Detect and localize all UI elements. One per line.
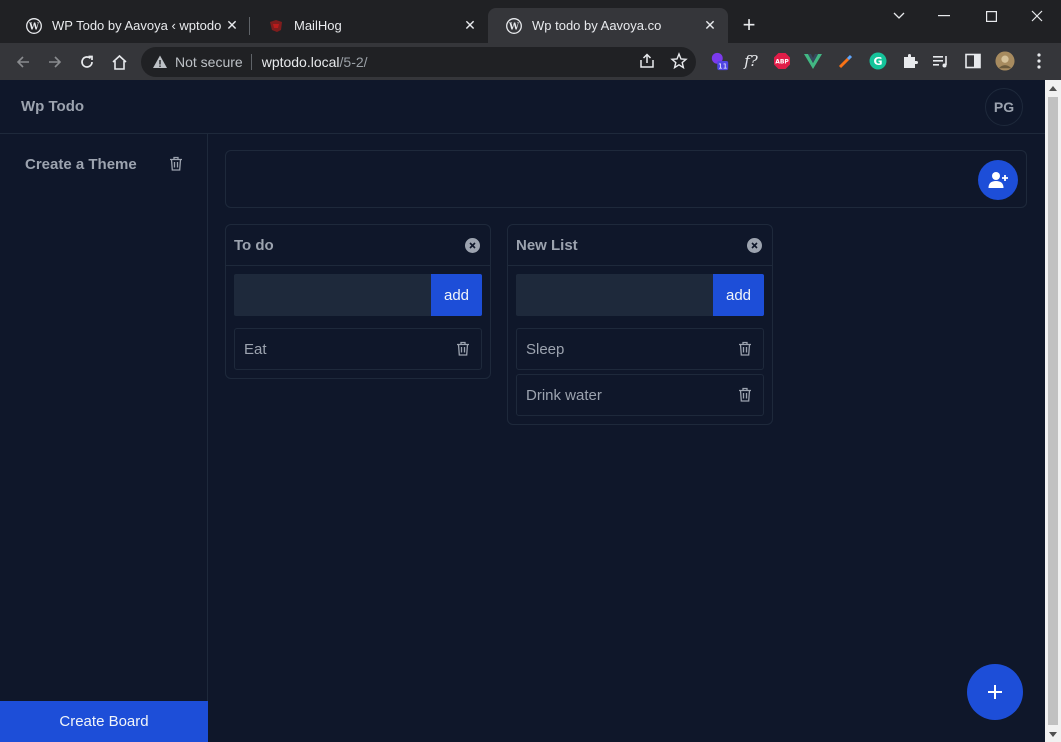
mailhog-icon (268, 18, 284, 34)
svg-text:W: W (28, 22, 40, 32)
svg-text:11: 11 (718, 61, 727, 70)
trash-icon[interactable] (738, 387, 754, 403)
reload-icon[interactable] (75, 50, 99, 74)
url-path: /5-2/ (339, 54, 368, 70)
svg-text:W: W (508, 22, 520, 32)
todo-list: To do add Eat (225, 224, 491, 379)
new-task-input[interactable] (516, 274, 713, 316)
list-title[interactable]: New List (516, 237, 578, 254)
svg-text:G: G (873, 55, 882, 68)
task-text: Eat (244, 340, 267, 358)
task-item[interactable]: Drink water (516, 374, 764, 416)
scroll-down-arrow-icon[interactable] (1045, 726, 1061, 742)
trash-icon[interactable] (456, 341, 472, 357)
add-list-button[interactable] (967, 664, 1023, 720)
grammarly-icon[interactable]: G (868, 51, 888, 71)
maximize-icon[interactable] (980, 6, 1002, 26)
wordpress-icon: W (506, 17, 522, 34)
plus-icon (988, 685, 1002, 699)
app-viewport: Wp Todo PG Create a Theme Create Board T… (0, 80, 1045, 742)
task-item[interactable]: Sleep (516, 328, 764, 370)
create-board-button[interactable]: Create Board (0, 701, 208, 742)
browser-toolbar: Not secure wptodo.local/5-2/ 11 f? ABP G (0, 43, 1061, 80)
warning-icon[interactable] (152, 54, 168, 70)
home-icon[interactable] (107, 50, 131, 74)
bookmark-star-icon[interactable] (670, 52, 688, 75)
font-finder-icon[interactable]: f? (741, 51, 761, 71)
close-circle-icon[interactable] (747, 237, 762, 253)
app-header: Wp Todo PG (0, 80, 1045, 134)
new-tab-button[interactable]: + (738, 14, 760, 37)
forward-arrow-icon[interactable] (43, 50, 67, 74)
close-circle-icon[interactable] (465, 237, 480, 253)
tab-title: MailHog (294, 18, 342, 33)
task-text: Sleep (526, 340, 565, 358)
add-task-button[interactable]: add (713, 274, 764, 316)
browser-tab[interactable]: W WP Todo by Aavoya ‹ wptodo — ✕ (8, 8, 250, 43)
wordpress-icon: W (26, 17, 42, 34)
add-member-button[interactable] (978, 160, 1018, 200)
vue-devtools-icon[interactable] (803, 51, 823, 71)
task-item[interactable]: Eat (234, 328, 482, 370)
side-panel-icon[interactable] (963, 51, 983, 71)
minimize-icon[interactable] (933, 6, 955, 26)
close-window-icon[interactable] (1026, 6, 1048, 26)
media-control-icon[interactable] (931, 51, 951, 71)
url-host: wptodo.local (261, 54, 340, 70)
tab-title: WP Todo by Aavoya ‹ wptodo — (52, 18, 224, 33)
share-icon[interactable] (638, 52, 656, 75)
tab-search-icon[interactable] (888, 6, 910, 26)
brand-title[interactable]: Wp Todo (21, 98, 84, 115)
scrollbar-thumb[interactable] (1048, 97, 1058, 725)
trash-icon[interactable] (169, 156, 185, 172)
page-scrollbar[interactable] (1045, 80, 1061, 742)
kebab-menu-icon[interactable] (1029, 51, 1049, 71)
close-tab-icon[interactable]: ✕ (224, 17, 240, 34)
add-task-button[interactable]: add (431, 274, 482, 316)
board-area: To do add Eat New List add Sleep Drink w… (209, 134, 1045, 742)
board-name[interactable]: Create a Theme (25, 156, 137, 173)
puzzle-icon[interactable] (900, 51, 920, 71)
url-text: wptodo.local/5-2/ (262, 54, 368, 70)
sidebar: Create a Theme Create Board (0, 134, 208, 742)
security-label: Not secure (175, 54, 243, 70)
color-picker-icon[interactable] (836, 51, 856, 71)
members-bar (225, 150, 1027, 208)
svg-text:ABP: ABP (775, 59, 789, 66)
new-task-input[interactable] (234, 274, 431, 316)
trash-icon[interactable] (738, 341, 754, 357)
scroll-up-arrow-icon[interactable] (1045, 80, 1061, 96)
task-text: Drink water (526, 386, 602, 404)
browser-tab[interactable]: MailHog ✕ (250, 8, 488, 43)
user-avatar[interactable]: PG (985, 88, 1023, 126)
address-bar[interactable]: Not secure wptodo.local/5-2/ (141, 47, 696, 77)
browser-tab-strip: W WP Todo by Aavoya ‹ wptodo — ✕ MailHog… (0, 0, 1061, 43)
list-title[interactable]: To do (234, 237, 274, 254)
extension-badge-icon[interactable]: 11 (710, 51, 730, 71)
add-task-row: add (234, 274, 482, 316)
adblock-icon[interactable]: ABP (772, 51, 792, 71)
list-header: New List (508, 225, 772, 266)
add-task-row: add (516, 274, 764, 316)
sidebar-item-board[interactable]: Create a Theme (25, 154, 185, 174)
list-header: To do (226, 225, 490, 266)
back-arrow-icon[interactable] (11, 50, 35, 74)
close-tab-icon[interactable]: ✕ (462, 17, 478, 34)
user-plus-icon (988, 172, 1008, 188)
browser-tab-active[interactable]: W Wp todo by Aavoya.co ✕ (488, 8, 728, 43)
close-tab-icon[interactable]: ✕ (702, 17, 718, 34)
tab-title: Wp todo by Aavoya.co (532, 18, 662, 33)
todo-list: New List add Sleep Drink water (507, 224, 773, 425)
profile-avatar-icon[interactable] (995, 51, 1015, 71)
